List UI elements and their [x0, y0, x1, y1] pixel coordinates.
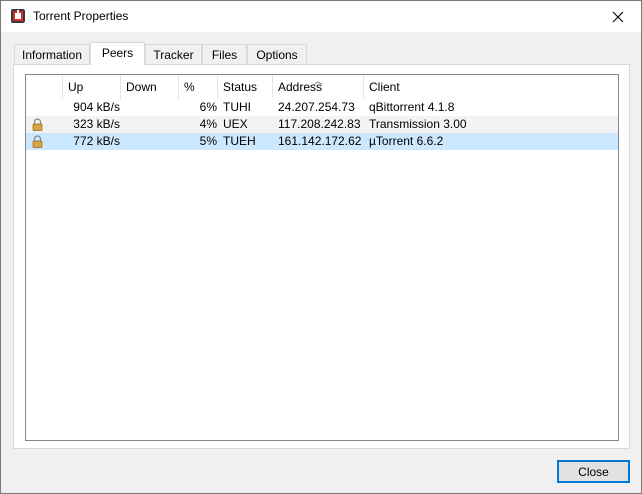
cell-client: µTorrent 6.6.2: [369, 134, 444, 148]
column-label: %: [184, 80, 195, 94]
cell-down: [126, 99, 176, 116]
tab-label: Files: [211, 48, 238, 62]
column-label: Client: [369, 80, 400, 94]
cell-status: TUEH: [223, 134, 256, 148]
column-header-client[interactable]: Client: [364, 75, 616, 99]
column-header-address[interactable]: ︿ Address: [273, 75, 364, 99]
tab-label: Peers: [101, 46, 134, 60]
title-bar: Torrent Properties: [1, 1, 641, 32]
cell-client: Transmission 3.00: [369, 117, 467, 131]
tab-label: Tracker: [153, 48, 194, 62]
column-header-lock[interactable]: [26, 75, 63, 99]
cell-status: UEX: [223, 117, 248, 131]
torrent-properties-window: Torrent Properties Information Peers Tra…: [0, 0, 642, 494]
table-row[interactable]: 904 kB/s 6% TUHI 24.207.254.73 qBittorre…: [26, 99, 618, 116]
lock-icon: [32, 118, 43, 131]
column-header-up[interactable]: Up: [63, 75, 121, 99]
cell-client: qBittorrent 4.1.8: [369, 100, 455, 114]
cell-up: 323 kB/s: [73, 117, 120, 131]
app-icon: [11, 9, 25, 23]
tab-label: Options: [256, 48, 298, 62]
peers-list[interactable]: Up Down % Status ︿ Address Client 904 kB…: [25, 74, 619, 441]
cell-up: 904 kB/s: [73, 100, 120, 114]
cell-address: 117.208.242.83: [278, 117, 361, 131]
column-label: Up: [68, 80, 84, 94]
column-header-status[interactable]: Status: [218, 75, 273, 99]
column-label: Down: [126, 80, 157, 94]
cell-address: 161.142.172.62: [278, 134, 362, 148]
tab-information[interactable]: Information: [14, 44, 90, 64]
cell-address: 24.207.254.73: [278, 100, 355, 114]
close-button-label: Close: [578, 464, 609, 479]
tab-label: Information: [21, 48, 83, 62]
column-header-down[interactable]: Down: [121, 75, 179, 99]
cell-percent: 5%: [199, 134, 217, 148]
table-row[interactable]: 323 kB/s 4% UEX 117.208.242.83 Transmiss…: [26, 116, 618, 133]
sort-ascending-icon: ︿: [313, 76, 323, 86]
cell-percent: 4%: [199, 117, 217, 131]
column-label: Status: [223, 80, 258, 94]
cell-up: 772 kB/s: [73, 134, 120, 148]
tab-options[interactable]: Options: [247, 44, 307, 64]
list-header: Up Down % Status ︿ Address Client: [26, 75, 618, 99]
window-title: Torrent Properties: [33, 9, 129, 23]
cell-down: [126, 116, 176, 133]
cell-status: TUHI: [223, 100, 251, 114]
tab-tracker[interactable]: Tracker: [145, 44, 202, 64]
cell-down: [126, 133, 176, 150]
close-button[interactable]: Close: [557, 460, 630, 483]
cell-percent: 6%: [199, 100, 217, 114]
window-close-button[interactable]: [595, 1, 641, 32]
peers-panel: Up Down % Status ︿ Address Client 904 kB…: [13, 64, 630, 449]
table-row-selected[interactable]: 772 kB/s 5% TUEH 161.142.172.62 µTorrent…: [26, 133, 618, 150]
lock-icon: [32, 135, 43, 148]
column-header-percent[interactable]: %: [179, 75, 218, 99]
tab-peers[interactable]: Peers: [90, 42, 145, 65]
tab-files[interactable]: Files: [202, 44, 247, 64]
close-icon: [612, 11, 624, 22]
